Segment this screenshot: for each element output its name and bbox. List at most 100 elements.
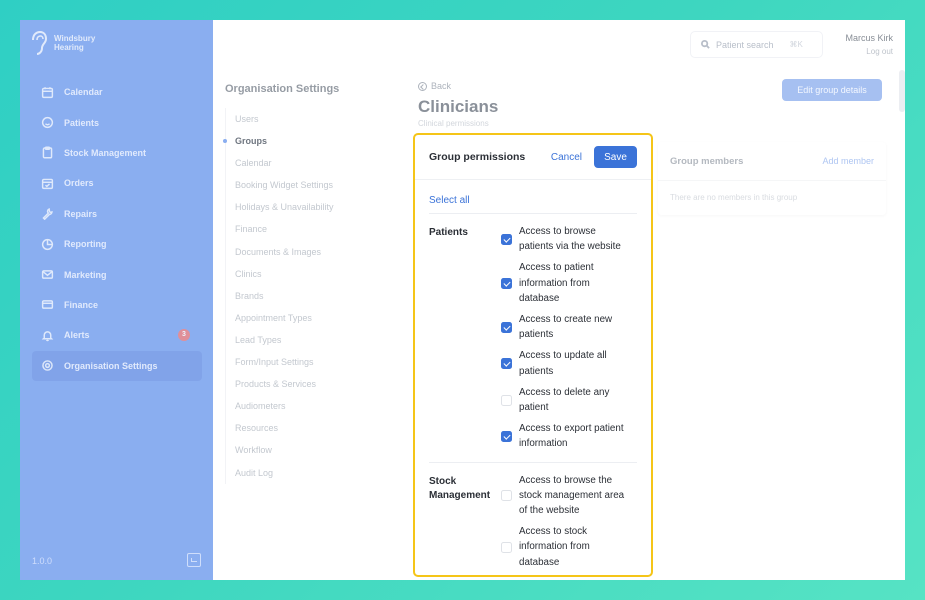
settings-item-workflow[interactable]: Workflow	[226, 439, 365, 461]
calendar-check-icon	[40, 176, 54, 190]
page-title: Clinicians	[418, 97, 499, 116]
permission-checkbox[interactable]	[501, 394, 512, 406]
clipboard-icon	[40, 146, 54, 160]
permission-label: Access to browse the stock management ar…	[519, 474, 625, 517]
patient-search[interactable]: Patient search ⌘K	[690, 31, 823, 58]
sidebar-item-calendar[interactable]: Calendar	[32, 77, 202, 107]
save-button[interactable]: Save	[594, 146, 637, 168]
permission-label: Access to delete any patient	[519, 386, 610, 414]
brand-logo[interactable]: Windsbury Hearing	[30, 30, 114, 56]
sidebar-item-label: Marketing	[64, 269, 107, 280]
permission-label: Access to stock information from databas…	[519, 526, 590, 568]
settings-item-users[interactable]: Users	[226, 108, 365, 130]
cancel-button[interactable]: Cancel	[551, 152, 582, 163]
settings-title: Organisation Settings	[225, 83, 340, 95]
permission-checkbox[interactable]	[501, 358, 512, 370]
permission-checkbox[interactable]	[501, 541, 512, 553]
calendar-icon	[40, 85, 54, 99]
settings-item-clinics[interactable]: Clinics	[226, 263, 365, 285]
sidebar-item-reporting[interactable]: Reporting	[32, 229, 202, 259]
settings-item-groups[interactable]: Groups	[223, 130, 365, 152]
brand-line-2: Hearing	[54, 43, 84, 52]
members-empty-message: There are no members in this group	[670, 193, 798, 202]
settings-item-appointment-types[interactable]: Appointment Types	[226, 307, 365, 329]
sidebar-item-alerts[interactable]: Alerts 3	[32, 320, 202, 350]
permissions-title: Group permissions	[429, 151, 526, 163]
settings-item-calendar[interactable]: Calendar	[226, 152, 365, 174]
bell-icon	[40, 328, 54, 342]
settings-item-booking-widget-settings[interactable]: Booking Widget Settings	[226, 174, 365, 196]
sidebar-item-label: Stock Management	[64, 147, 147, 158]
group-members-card: Group members Add member There are no me…	[658, 142, 886, 215]
sidebar: Windsbury Hearing Calendar Patients Stock …	[20, 20, 213, 580]
permission-item: Access to browse patients via the websit…	[501, 224, 637, 254]
sidebar-item-patients[interactable]: Patients	[32, 107, 202, 137]
credit-card-icon	[40, 298, 54, 312]
sidebar-item-organisation-settings[interactable]: Organisation Settings	[32, 350, 202, 381]
group-permissions-card: Group permissions Cancel Save Select all…	[413, 133, 653, 577]
settings-item-lead-types[interactable]: Lead Types	[226, 329, 365, 351]
sidebar-item-label: Calendar	[64, 87, 103, 98]
permission-item: Access to stock information from databas…	[501, 524, 637, 570]
gear-icon	[40, 359, 54, 373]
search-placeholder: Patient search	[716, 39, 774, 50]
permission-label: Access to export patient information	[519, 423, 624, 450]
alerts-count-badge: 3	[178, 329, 190, 342]
permission-list: Access to browse patients via the websit…	[501, 224, 637, 458]
settings-item-documents-images[interactable]: Documents & Images	[226, 241, 365, 263]
permission-section-patients: Patients Access to browse patients via th…	[415, 214, 651, 458]
members-title: Group members	[670, 156, 744, 167]
pie-chart-icon	[40, 237, 54, 251]
settings-item-products-services[interactable]: Products & Services	[226, 373, 365, 395]
permission-checkbox[interactable]	[501, 233, 512, 245]
settings-item-audit-log[interactable]: Audit Log	[226, 462, 365, 484]
sidebar-item-repairs[interactable]: Repairs	[32, 199, 202, 229]
scrollbar[interactable]	[899, 70, 905, 112]
permission-section-stock-management: Stock Management Access to browse the sto…	[415, 463, 651, 575]
user-name: Marcus Kirk	[845, 33, 893, 43]
members-header: Group members Add member	[658, 142, 886, 181]
app-version: 1.0.0	[32, 556, 53, 566]
permission-item: Access to patient information from datab…	[501, 260, 637, 306]
permission-label: Access to browse patients via the websit…	[519, 226, 621, 253]
settings-item-brands[interactable]: Brands	[226, 285, 365, 307]
brand-line-1: Windsbury	[54, 34, 96, 43]
back-label: Back	[431, 81, 452, 91]
permission-sections: Patients Access to browse patients via th…	[415, 214, 651, 575]
sidebar-item-finance[interactable]: Finance	[32, 290, 202, 320]
smile-icon	[40, 116, 54, 130]
wrench-icon	[40, 207, 54, 221]
back-link[interactable]: Back	[418, 81, 451, 91]
add-member-link[interactable]: Add member	[822, 156, 874, 180]
settings-item-holidays-unavailability[interactable]: Holidays & Unavailability	[226, 196, 365, 218]
search-icon	[701, 40, 710, 49]
settings-item-audiometers[interactable]: Audiometers	[226, 395, 365, 417]
permission-item: Access to create new patients	[501, 312, 637, 342]
select-all-link[interactable]: Select all	[429, 195, 470, 206]
permission-item: Access to delete any patient	[501, 385, 637, 415]
sidebar-item-label: Alerts	[64, 330, 90, 341]
permission-label: Access to create new patients	[519, 314, 613, 341]
settings-item-finance[interactable]: Finance	[226, 218, 365, 240]
settings-nav: Users Groups Calendar Booking Widget Settin…	[223, 108, 365, 484]
brand-name: Windsbury Hearing	[54, 34, 114, 52]
settings-item-form-input-settings[interactable]: Form/Input Settings	[226, 351, 365, 373]
collapse-sidebar-icon[interactable]	[187, 553, 201, 567]
permission-checkbox[interactable]	[501, 321, 512, 333]
logout-link[interactable]: Log out	[845, 47, 893, 56]
sidebar-item-label: Finance	[64, 299, 99, 310]
user-menu: Marcus Kirk Log out	[845, 33, 893, 56]
permission-checkbox[interactable]	[501, 277, 512, 289]
sidebar-item-label: Patients	[64, 117, 100, 128]
permission-checkbox[interactable]	[501, 489, 512, 501]
sidebar-item-stock-management[interactable]: Stock Management	[32, 138, 202, 168]
sidebar-item-label: Orders	[64, 178, 94, 189]
permission-checkbox[interactable]	[501, 430, 512, 442]
settings-item-resources[interactable]: Resources	[226, 417, 365, 439]
permission-item: Access to browse the stock management ar…	[501, 473, 637, 519]
sidebar-item-marketing[interactable]: Marketing	[32, 259, 202, 289]
edit-group-details-button[interactable]: Edit group details	[782, 79, 882, 101]
permission-item: Access to export patient information	[501, 421, 637, 451]
sidebar-item-orders[interactable]: Orders	[32, 168, 202, 198]
permission-label: Access to update all patients	[519, 350, 607, 377]
